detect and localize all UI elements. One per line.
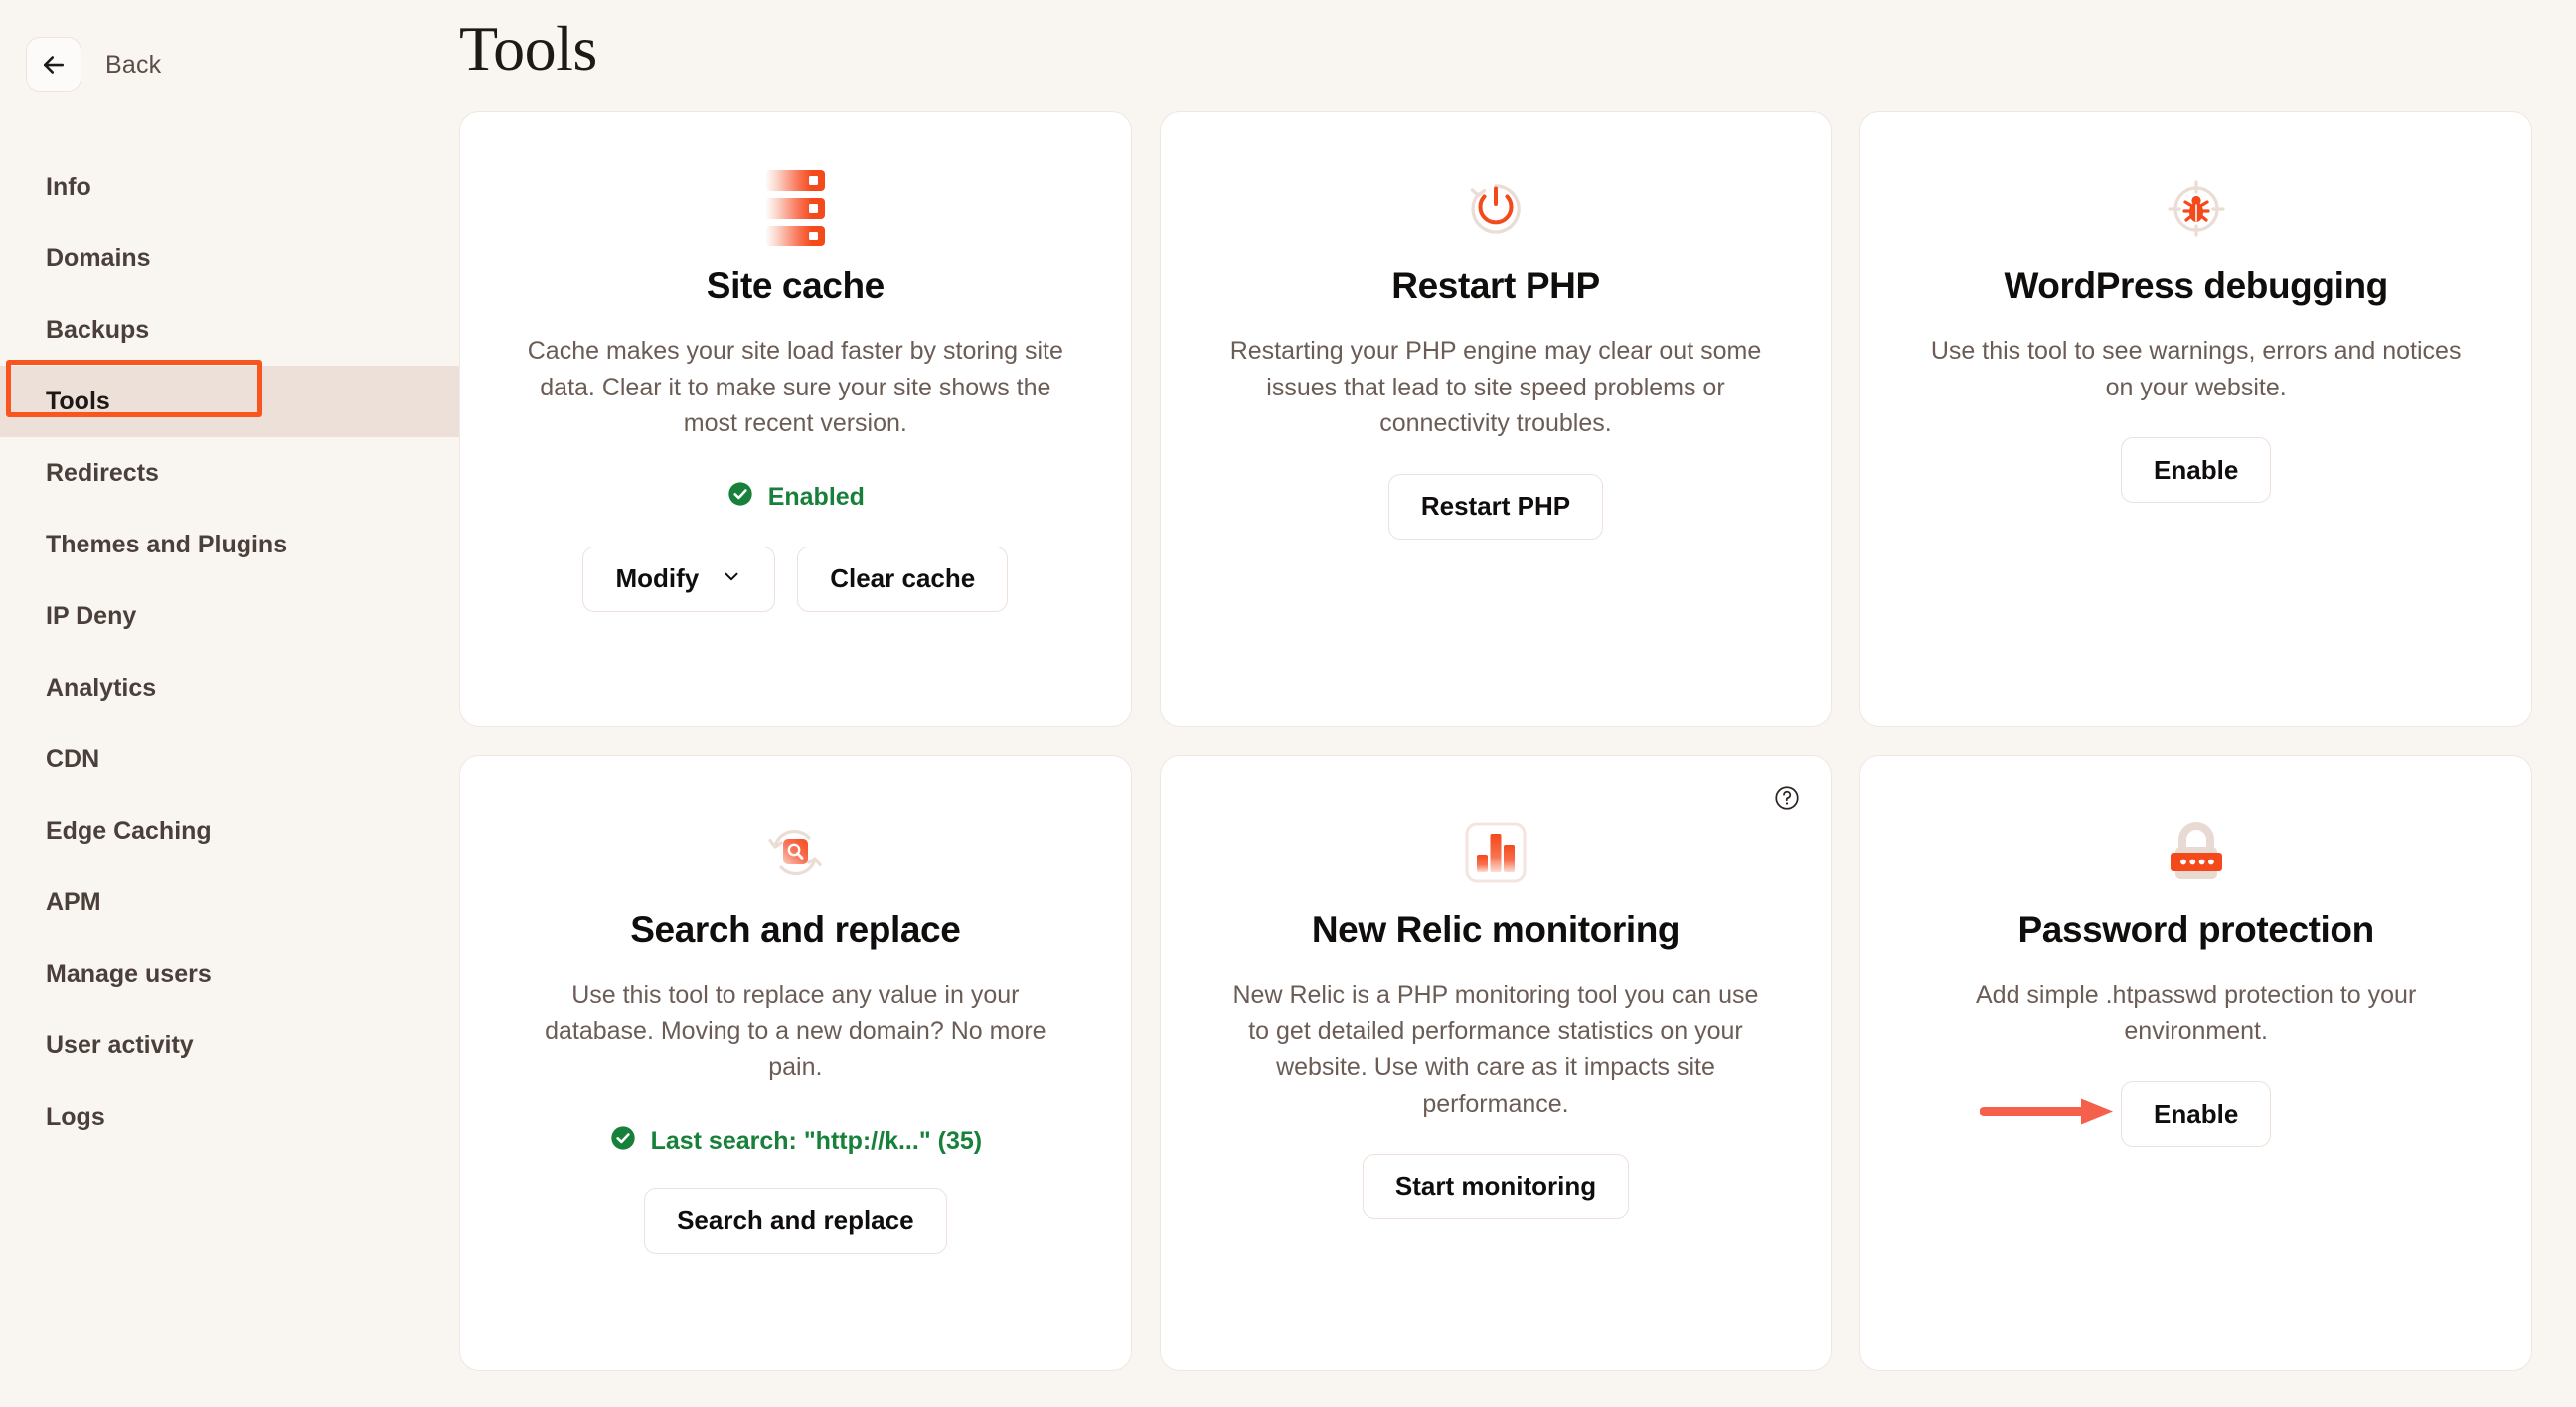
sidebar-item-label: Manage users (46, 959, 212, 988)
card-title: Restart PHP (1391, 265, 1600, 307)
card-description: New Relic is a PHP monitoring tool you c… (1232, 981, 1759, 1118)
card-password-protection: Password protection Add simple .htpasswd… (1859, 755, 2532, 1372)
bar-chart-icon (1464, 810, 1528, 895)
card-description: Cache makes your site load faster by sto… (527, 337, 1063, 438)
restart-php-label: Restart PHP (1420, 491, 1571, 522)
question-mark-circle-icon[interactable] (1773, 784, 1801, 817)
sidebar-item-label: Tools (46, 387, 110, 415)
modify-button[interactable]: Modify (582, 546, 776, 612)
sidebar-item-label: CDN (46, 744, 100, 773)
sidebar-item-label: Redirects (46, 458, 159, 487)
card-description: Use this tool to see warnings, errors an… (1930, 337, 2462, 401)
clear-cache-label: Clear cache (830, 563, 976, 594)
sidebar-item-label: IP Deny (46, 601, 137, 630)
sidebar-item-redirects[interactable]: Redirects (0, 437, 459, 509)
sidebar-item-logs[interactable]: Logs (0, 1081, 459, 1153)
start-monitoring-button[interactable]: Start monitoring (1362, 1154, 1630, 1220)
modify-label: Modify (615, 563, 700, 594)
sidebar-nav: Info Domains Backups Tools Redirects The… (0, 151, 459, 1153)
search-and-replace-button[interactable]: Search and replace (644, 1187, 947, 1254)
card-search-and-replace: Search and replace Use this tool to repl… (459, 755, 1132, 1372)
sidebar-item-label: Backups (46, 315, 150, 344)
card-title: WordPress debugging (2004, 265, 2388, 307)
sidebar-item-label: APM (46, 887, 101, 916)
enable-label: Enable (2154, 454, 2239, 485)
sidebar-item-themes-and-plugins[interactable]: Themes and Plugins (0, 509, 459, 580)
back-button[interactable] (26, 37, 81, 92)
card-description: Add simple .htpasswd protection to your … (1976, 981, 2417, 1045)
page-title: Tools (459, 13, 597, 83)
clear-cache-button[interactable]: Clear cache (797, 546, 1009, 612)
status-badge: Last search: "http://k..." (35) (609, 1124, 983, 1159)
card-title: Search and replace (630, 909, 961, 951)
card-title: New Relic monitoring (1311, 909, 1681, 951)
sidebar: Back Info Domains Backups Tools Redirect… (0, 0, 459, 1407)
card-actions: Restart PHP (1387, 473, 1604, 540)
tools-page: Back Info Domains Backups Tools Redirect… (0, 0, 2576, 1407)
card-actions: Start monitoring (1362, 1154, 1630, 1220)
card-title: Password protection (2017, 909, 2374, 951)
card-new-relic-monitoring: New Relic monitoring New Relic is a PHP … (1159, 755, 1833, 1372)
bug-target-icon (2166, 166, 2227, 251)
card-title: Site cache (706, 265, 885, 307)
sidebar-item-backups[interactable]: Backups (0, 294, 459, 366)
server-stack-icon (765, 166, 826, 251)
enable-label: Enable (2154, 1098, 2239, 1129)
sidebar-item-label: Info (46, 172, 91, 201)
sidebar-item-manage-users[interactable]: Manage users (0, 938, 459, 1010)
tools-card-grid: Site cache Cache makes your site load fa… (459, 111, 2532, 1372)
sidebar-item-label: User activity (46, 1030, 194, 1059)
check-circle-icon (609, 1124, 637, 1159)
sidebar-item-label: Themes and Plugins (46, 530, 288, 558)
arrow-left-icon (39, 50, 69, 79)
back-row: Back (0, 36, 459, 93)
sidebar-item-domains[interactable]: Domains (0, 223, 459, 294)
card-wordpress-debugging: WordPress debugging Use this tool to see… (1859, 111, 2532, 728)
back-label: Back (105, 50, 162, 78)
status-label: Enabled (767, 482, 865, 511)
power-restart-icon (1465, 166, 1527, 251)
sidebar-item-edge-caching[interactable]: Edge Caching (0, 795, 459, 866)
card-actions: Enable (2121, 437, 2272, 504)
start-monitoring-label: Start monitoring (1394, 1171, 1597, 1201)
status-label: Last search: "http://k..." (35) (650, 1126, 983, 1155)
enable-wordpress-debugging-button[interactable]: Enable (2121, 437, 2272, 504)
card-actions: Enable (1979, 1081, 2272, 1148)
sidebar-item-ip-deny[interactable]: IP Deny (0, 580, 459, 652)
sidebar-item-label: Analytics (46, 673, 157, 702)
card-restart-php: Restart PHP Restarting your PHP engine m… (1159, 111, 1833, 728)
sidebar-item-label: Edge Caching (46, 816, 212, 845)
card-site-cache: Site cache Cache makes your site load fa… (459, 111, 1132, 728)
card-actions: Modify Clear cache (582, 546, 1009, 612)
sidebar-item-apm[interactable]: APM (0, 866, 459, 938)
main-content: Tools Site cache Cache makes your site l… (459, 0, 2576, 1407)
status-badge: Enabled (726, 480, 865, 515)
sidebar-item-user-activity[interactable]: User activity (0, 1010, 459, 1081)
search-and-replace-label: Search and replace (677, 1205, 914, 1236)
search-refresh-icon (763, 810, 827, 895)
sidebar-item-info[interactable]: Info (0, 151, 459, 223)
card-description: Use this tool to replace any value in yo… (545, 981, 1046, 1082)
sidebar-item-label: Logs (46, 1102, 105, 1131)
enable-password-protection-button[interactable]: Enable (2121, 1081, 2272, 1148)
chevron-down-icon (721, 563, 742, 594)
sidebar-item-label: Domains (46, 243, 151, 272)
card-actions: Search and replace (644, 1187, 947, 1254)
sidebar-item-tools[interactable]: Tools (0, 366, 459, 437)
pointer-arrow-annotation (1979, 1095, 2119, 1134)
check-circle-icon (726, 480, 754, 515)
padlock-icon (2167, 810, 2226, 895)
restart-php-button[interactable]: Restart PHP (1387, 473, 1604, 540)
sidebar-item-cdn[interactable]: CDN (0, 723, 459, 795)
sidebar-item-analytics[interactable]: Analytics (0, 652, 459, 723)
card-description: Restarting your PHP engine may clear out… (1229, 337, 1762, 438)
